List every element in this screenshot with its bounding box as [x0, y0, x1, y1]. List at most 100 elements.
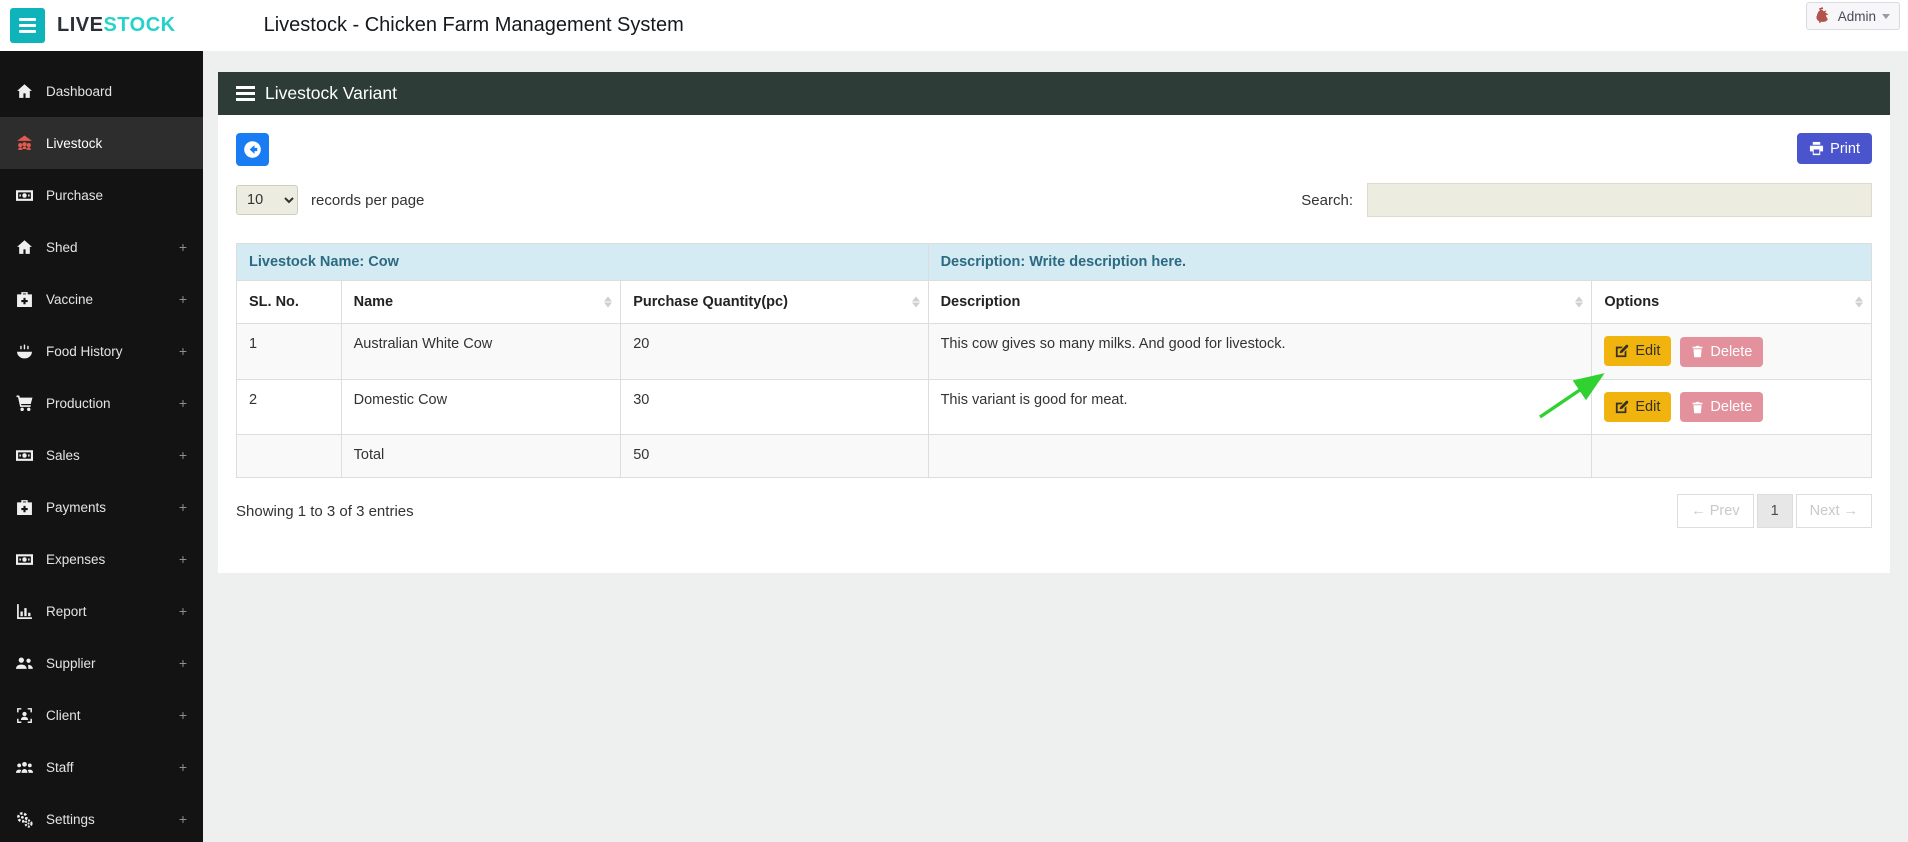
printer-icon: [1809, 141, 1824, 156]
edit-button[interactable]: Edit: [1604, 336, 1672, 366]
food-bowl-icon: [16, 343, 33, 360]
back-button[interactable]: [236, 133, 269, 166]
expand-plus-icon[interactable]: +: [179, 239, 187, 255]
brand-stock: STOCK: [103, 14, 176, 36]
home-icon: [16, 83, 33, 100]
expand-plus-icon[interactable]: +: [179, 395, 187, 411]
prev-page-button[interactable]: ← Prev: [1677, 494, 1754, 528]
sidebar-item-report[interactable]: Report +: [0, 585, 203, 637]
livestock-variant-panel: Livestock Variant Print 10 records per p…: [218, 72, 1890, 573]
sidebar-item-client[interactable]: Client +: [0, 689, 203, 741]
sidebar-item-shed[interactable]: Shed +: [0, 221, 203, 273]
cell-qty: 20: [620, 323, 929, 380]
column-header-name[interactable]: Name: [340, 280, 622, 324]
next-page-button[interactable]: Next →: [1795, 494, 1872, 528]
sidebar-item-expenses[interactable]: Expenses +: [0, 533, 203, 585]
panel-body: Print 10 records per page Search: Livest…: [218, 115, 1890, 528]
hamburger-icon: [19, 18, 36, 33]
cell-qty: 30: [620, 378, 929, 435]
sort-icon: [604, 296, 613, 308]
cell-description: This variant is good for meat.: [927, 378, 1593, 435]
records-per-page-label: records per page: [311, 191, 425, 209]
column-header-sl-no[interactable]: SL. No.: [236, 280, 342, 324]
brand-live: LIVE: [57, 14, 104, 36]
expand-plus-icon[interactable]: +: [179, 447, 187, 463]
pagination: ← Prev 1 Next →: [1674, 494, 1872, 528]
brand-logo: LIVESTOCK: [57, 14, 176, 37]
expand-plus-icon[interactable]: +: [179, 603, 187, 619]
expand-plus-icon[interactable]: +: [179, 811, 187, 827]
pencil-square-icon: [1615, 400, 1629, 414]
users-group-icon: [16, 759, 33, 776]
sidebar-item-production[interactable]: Production +: [0, 377, 203, 429]
table-row: 2 Domestic Cow 30 This variant is good f…: [236, 378, 1872, 435]
total-row: Total 50: [236, 434, 1872, 478]
sidebar-item-vaccine[interactable]: Vaccine +: [0, 273, 203, 325]
home-icon: [16, 239, 33, 256]
expand-plus-icon[interactable]: +: [179, 551, 187, 567]
cell-name: Australian White Cow: [340, 323, 622, 380]
bar-chart-icon: [16, 603, 33, 620]
delete-button[interactable]: Delete: [1680, 336, 1764, 367]
cell-description: This cow gives so many milks. And good f…: [927, 323, 1593, 380]
records-per-page-select[interactable]: 10: [236, 185, 298, 215]
livestock-icon: [16, 135, 33, 152]
banknote-icon: [16, 447, 33, 464]
total-label: Total: [340, 434, 622, 478]
top-header: LIVESTOCK Livestock - Chicken Farm Manag…: [0, 0, 1908, 51]
edit-button[interactable]: Edit: [1604, 391, 1672, 422]
group-header-description: Description: Write description here.: [927, 243, 1873, 281]
gears-icon: [16, 811, 33, 828]
sidebar-item-food-history[interactable]: Food History +: [0, 325, 203, 377]
sidebar-item-livestock[interactable]: Livestock: [0, 117, 203, 169]
cart-icon: [16, 395, 33, 412]
main-content: Livestock Variant Print 10 records per p…: [203, 51, 1908, 842]
user-menu[interactable]: Admin: [1805, 2, 1900, 30]
cell-name: Domestic Cow: [340, 378, 622, 435]
rooster-avatar-icon: [1813, 6, 1832, 26]
trash-icon: [1691, 345, 1704, 358]
banknote-icon: [16, 187, 33, 204]
column-header-options[interactable]: Options: [1591, 280, 1872, 324]
trash-icon: [1691, 401, 1704, 414]
sidebar-item-settings[interactable]: Settings +: [0, 793, 203, 842]
banknote-icon: [16, 551, 33, 568]
search-input[interactable]: [1367, 183, 1872, 217]
sidebar-item-supplier[interactable]: Supplier +: [0, 637, 203, 689]
medkit-icon: [16, 291, 33, 308]
sidebar-item-sales[interactable]: Sales +: [0, 429, 203, 481]
print-button[interactable]: Print: [1797, 133, 1872, 164]
table-row: 1 Australian White Cow 20 This cow gives…: [236, 323, 1872, 380]
users-icon: [16, 655, 33, 672]
cell-sl-no: 1: [236, 323, 342, 380]
expand-plus-icon[interactable]: +: [179, 707, 187, 723]
sort-icon: [911, 296, 920, 308]
sort-icon: [1855, 296, 1863, 308]
panel-hamburger-icon: [236, 86, 255, 101]
expand-plus-icon[interactable]: +: [179, 291, 187, 307]
expand-plus-icon[interactable]: +: [179, 343, 187, 359]
column-header-purchase-quantity[interactable]: Purchase Quantity(pc): [620, 280, 929, 324]
sidebar-item-payments[interactable]: Payments +: [0, 481, 203, 533]
sidebar-toggle-button[interactable]: [10, 8, 45, 43]
pencil-square-icon: [1615, 344, 1629, 358]
column-header-description[interactable]: Description: [927, 280, 1593, 324]
livestock-variant-table: Livestock Name: Cow Description: Write d…: [236, 243, 1873, 478]
medkit-icon: [16, 499, 33, 516]
page-1-button[interactable]: 1: [1756, 494, 1793, 528]
sidebar-nav: Dashboard Livestock Purchase Shed + Vacc…: [0, 51, 203, 842]
sort-icon: [1575, 296, 1584, 308]
group-header-livestock-name: Livestock Name: Cow: [236, 243, 929, 281]
expand-plus-icon[interactable]: +: [179, 759, 187, 775]
expand-plus-icon[interactable]: +: [179, 655, 187, 671]
arrow-left-circle-icon: [243, 140, 262, 159]
user-name: Admin: [1837, 8, 1876, 24]
app-root: LIVESTOCK Livestock - Chicken Farm Manag…: [0, 0, 1908, 842]
sidebar-item-staff[interactable]: Staff +: [0, 741, 203, 793]
expand-plus-icon[interactable]: +: [179, 499, 187, 515]
sidebar-item-purchase[interactable]: Purchase: [0, 169, 203, 221]
panel-header: Livestock Variant: [218, 72, 1890, 115]
delete-button[interactable]: Delete: [1680, 392, 1764, 422]
page-title: Livestock - Chicken Farm Management Syst…: [263, 14, 684, 36]
sidebar-item-dashboard[interactable]: Dashboard: [0, 65, 203, 117]
